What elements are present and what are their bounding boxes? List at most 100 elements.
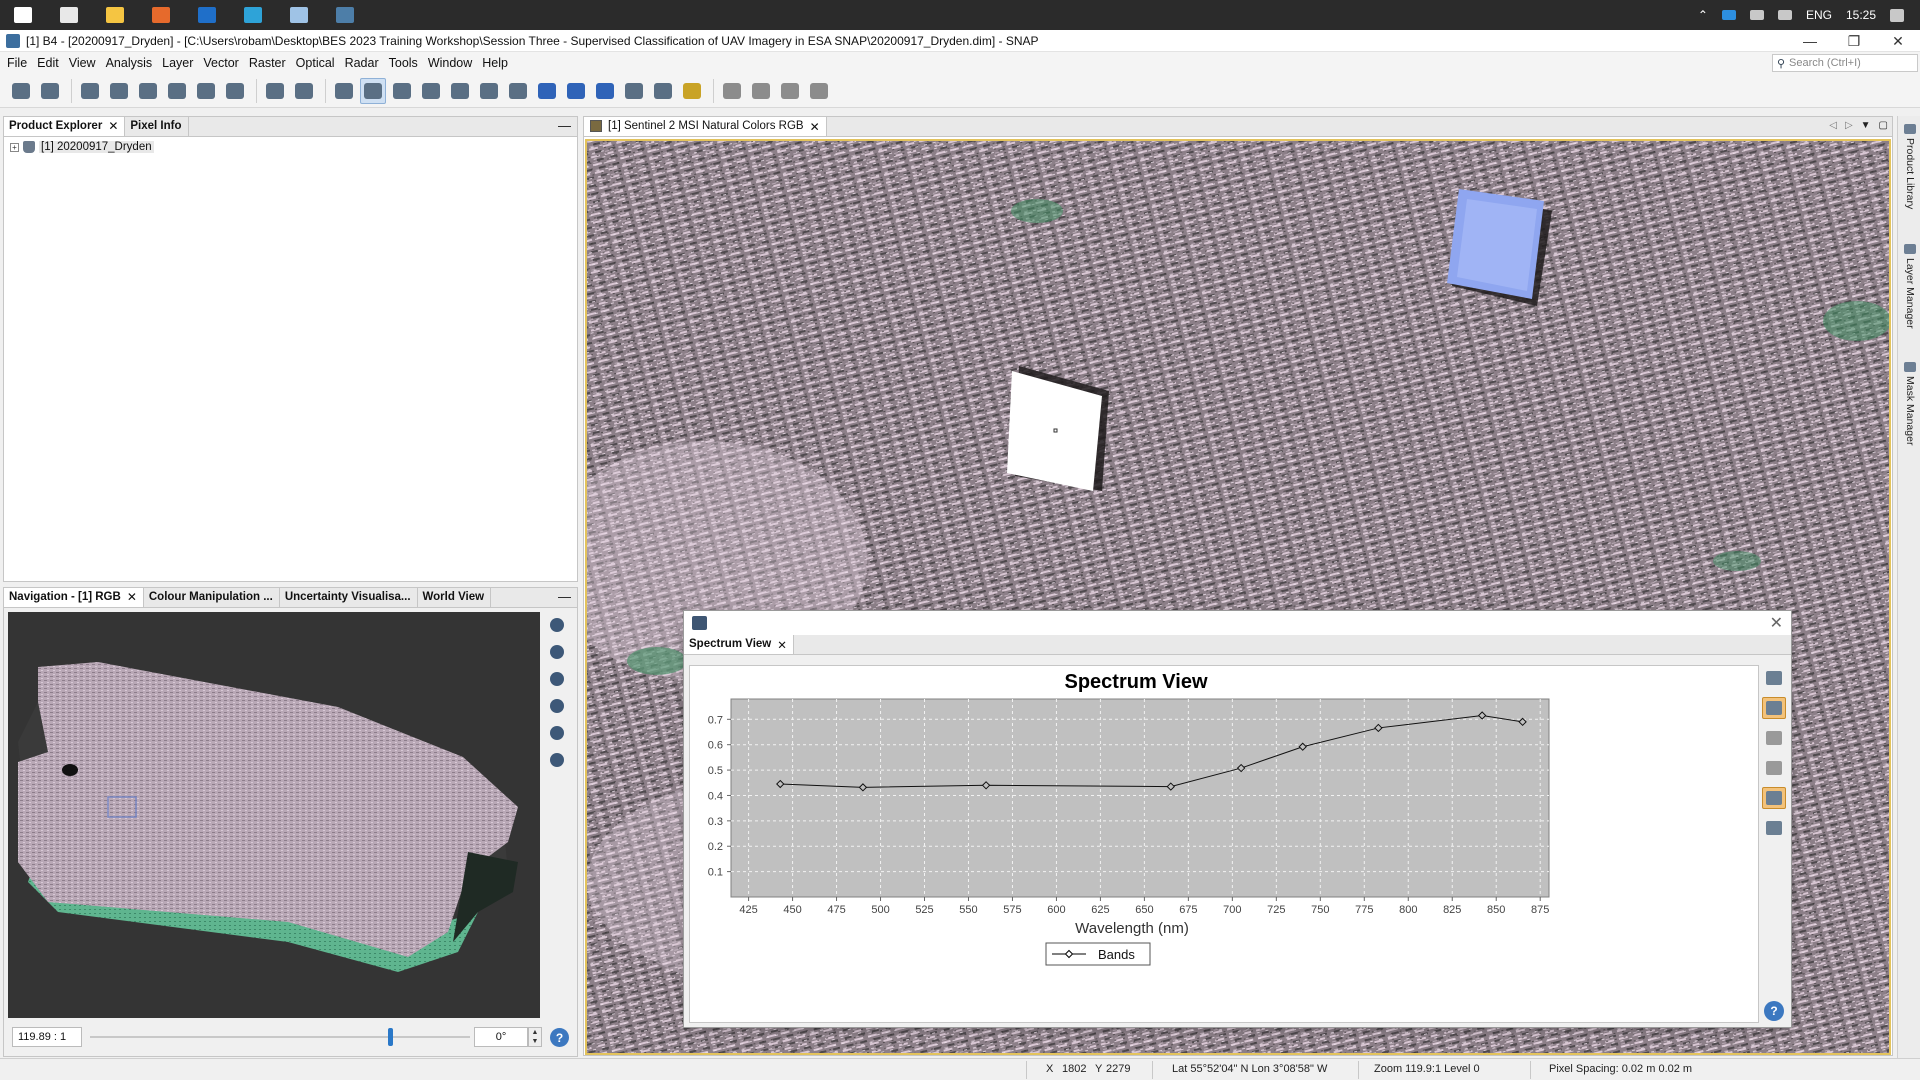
tile-horizontal-button[interactable] bbox=[748, 78, 774, 104]
polyline-tool-button[interactable] bbox=[505, 78, 531, 104]
show-pixel-spectra-button[interactable] bbox=[1762, 697, 1786, 719]
close-window-button[interactable]: ✕ bbox=[1770, 613, 1783, 633]
taskbar-app[interactable] bbox=[322, 0, 368, 30]
gcp-tool-button[interactable] bbox=[447, 78, 473, 104]
tile-vertical-button[interactable] bbox=[777, 78, 803, 104]
scroll-left-icon[interactable]: ◁ bbox=[1829, 120, 1837, 131]
measure-button[interactable] bbox=[679, 78, 705, 104]
side-tab-layer-manager[interactable]: Layer Manager bbox=[1901, 244, 1919, 329]
onedrive-icon[interactable] bbox=[1721, 10, 1736, 20]
batch-button[interactable] bbox=[291, 78, 317, 104]
show-grid-button[interactable] bbox=[1762, 787, 1786, 809]
battery-icon[interactable] bbox=[1777, 10, 1792, 20]
tab-world-view[interactable]: World View bbox=[418, 588, 492, 607]
help-icon[interactable]: ? bbox=[1764, 1001, 1784, 1021]
restore-button[interactable]: ❐ bbox=[1832, 30, 1876, 52]
zoom-out-button[interactable] bbox=[548, 643, 566, 661]
show-selected-pins-button[interactable] bbox=[1762, 757, 1786, 779]
minimize-panel-button[interactable]: — bbox=[558, 590, 571, 603]
menu-radar[interactable]: Radar bbox=[340, 56, 384, 70]
taskbar-app[interactable] bbox=[230, 0, 276, 30]
clock[interactable]: 15:25 bbox=[1846, 8, 1876, 22]
mask-button[interactable] bbox=[222, 78, 248, 104]
menu-tools[interactable]: Tools bbox=[384, 56, 423, 70]
tab-pixel-info[interactable]: Pixel Info bbox=[125, 117, 189, 136]
menu-window[interactable]: Window bbox=[423, 56, 477, 70]
export-spectra-button[interactable] bbox=[1762, 817, 1786, 839]
menu-raster[interactable]: Raster bbox=[244, 56, 291, 70]
tree-item-product[interactable]: + [1] 20200917_Dryden bbox=[10, 141, 154, 153]
zoom-tool-button[interactable] bbox=[389, 78, 415, 104]
tile-evenly-button[interactable] bbox=[719, 78, 745, 104]
zoom-pixel-button[interactable] bbox=[548, 670, 566, 688]
menu-vector[interactable]: Vector bbox=[198, 56, 243, 70]
side-tab-product-library[interactable]: Product Library bbox=[1901, 124, 1919, 209]
scroll-right-icon[interactable]: ▷ bbox=[1845, 120, 1853, 131]
menu-layer[interactable]: Layer bbox=[157, 56, 198, 70]
menu-edit[interactable]: Edit bbox=[32, 56, 64, 70]
tray-chevron-icon[interactable]: ⌃ bbox=[1698, 8, 1708, 22]
zoom-all-button[interactable] bbox=[548, 697, 566, 715]
maximize-icon[interactable]: ▢ bbox=[1879, 120, 1888, 131]
side-tab-mask-manager[interactable]: Mask Manager bbox=[1901, 362, 1919, 445]
taskbar-app[interactable] bbox=[0, 0, 46, 30]
magic-wand-button[interactable] bbox=[650, 78, 676, 104]
tab-spectrum-view[interactable]: Spectrum View ✕ bbox=[684, 635, 794, 654]
menu-file[interactable]: File bbox=[2, 56, 32, 70]
sync-cursor-button[interactable] bbox=[548, 751, 566, 769]
menu-help[interactable]: Help bbox=[477, 56, 513, 70]
zoom-slider[interactable] bbox=[90, 1028, 470, 1046]
minimize-panel-button[interactable]: — bbox=[558, 119, 571, 132]
close-button[interactable]: ✕ bbox=[1876, 30, 1920, 52]
minimize-button[interactable]: — bbox=[1788, 30, 1832, 52]
sync-views-button[interactable] bbox=[548, 724, 566, 742]
taskbar-app[interactable] bbox=[46, 0, 92, 30]
tab-product-explorer[interactable]: Product Explorer ✕ bbox=[4, 117, 126, 136]
close-tab-icon[interactable]: ✕ bbox=[810, 120, 820, 134]
tab-navigation[interactable]: Navigation - [1] RGB ✕ bbox=[4, 588, 144, 607]
close-tab-icon[interactable]: ✕ bbox=[108, 120, 118, 132]
grid-button[interactable] bbox=[135, 78, 161, 104]
filter-bands-button[interactable] bbox=[1762, 667, 1786, 689]
select-tool-button[interactable] bbox=[331, 78, 357, 104]
cloud-icon[interactable] bbox=[1749, 10, 1764, 20]
taskbar-app[interactable] bbox=[276, 0, 322, 30]
pin-tool-button[interactable] bbox=[418, 78, 444, 104]
expand-icon[interactable]: + bbox=[10, 142, 19, 152]
rectangle-tool-button[interactable] bbox=[534, 78, 560, 104]
menu-optical[interactable]: Optical bbox=[291, 56, 340, 70]
menu-analysis[interactable]: Analysis bbox=[101, 56, 158, 70]
band-maths-button[interactable] bbox=[77, 78, 103, 104]
taskbar-app[interactable] bbox=[138, 0, 184, 30]
save-product-button[interactable] bbox=[37, 78, 63, 104]
zoom-slider-thumb[interactable] bbox=[388, 1028, 394, 1046]
tab-colour-manipulation[interactable]: Colour Manipulation ... bbox=[144, 588, 280, 607]
zoom-factor-field[interactable]: 119.89 : 1 bbox=[12, 1027, 82, 1047]
layer-button[interactable] bbox=[164, 78, 190, 104]
show-pin-spectra-button[interactable] bbox=[1762, 727, 1786, 749]
polygon-tool-button[interactable] bbox=[563, 78, 589, 104]
line-tool-button[interactable] bbox=[476, 78, 502, 104]
tile-single-button[interactable] bbox=[806, 78, 832, 104]
taskbar-app[interactable] bbox=[184, 0, 230, 30]
spectrum-window-titlebar[interactable]: ✕ bbox=[684, 611, 1791, 635]
zoom-in-button[interactable] bbox=[548, 616, 566, 634]
menu-view[interactable]: View bbox=[64, 56, 101, 70]
pan-tool-button[interactable] bbox=[360, 77, 386, 104]
close-tab-icon[interactable]: ✕ bbox=[127, 591, 137, 603]
tab-uncertainty-visualisation[interactable]: Uncertainty Visualisa... bbox=[280, 588, 418, 607]
tab-image-view[interactable]: [1] Sentinel 2 MSI Natural Colors RGB ✕ bbox=[584, 117, 827, 136]
graph-button[interactable] bbox=[262, 78, 288, 104]
notifications-icon[interactable] bbox=[1890, 8, 1904, 22]
navigation-overview[interactable] bbox=[8, 612, 540, 1018]
ellipse-tool-button[interactable] bbox=[592, 78, 618, 104]
help-icon[interactable]: ? bbox=[550, 1028, 569, 1047]
product-label[interactable]: [1] 20200917_Dryden bbox=[39, 141, 154, 153]
rotation-field[interactable]: 0° bbox=[474, 1027, 528, 1047]
rotation-spinner[interactable]: ▲ ▼ bbox=[528, 1027, 542, 1047]
range-finder-button[interactable] bbox=[621, 78, 647, 104]
tab-list-icon[interactable]: ▼ bbox=[1861, 120, 1871, 131]
taskbar-app[interactable] bbox=[92, 0, 138, 30]
search-input[interactable]: ⚲ Search (Ctrl+I) bbox=[1772, 54, 1918, 72]
close-tab-icon[interactable]: ✕ bbox=[777, 638, 787, 654]
